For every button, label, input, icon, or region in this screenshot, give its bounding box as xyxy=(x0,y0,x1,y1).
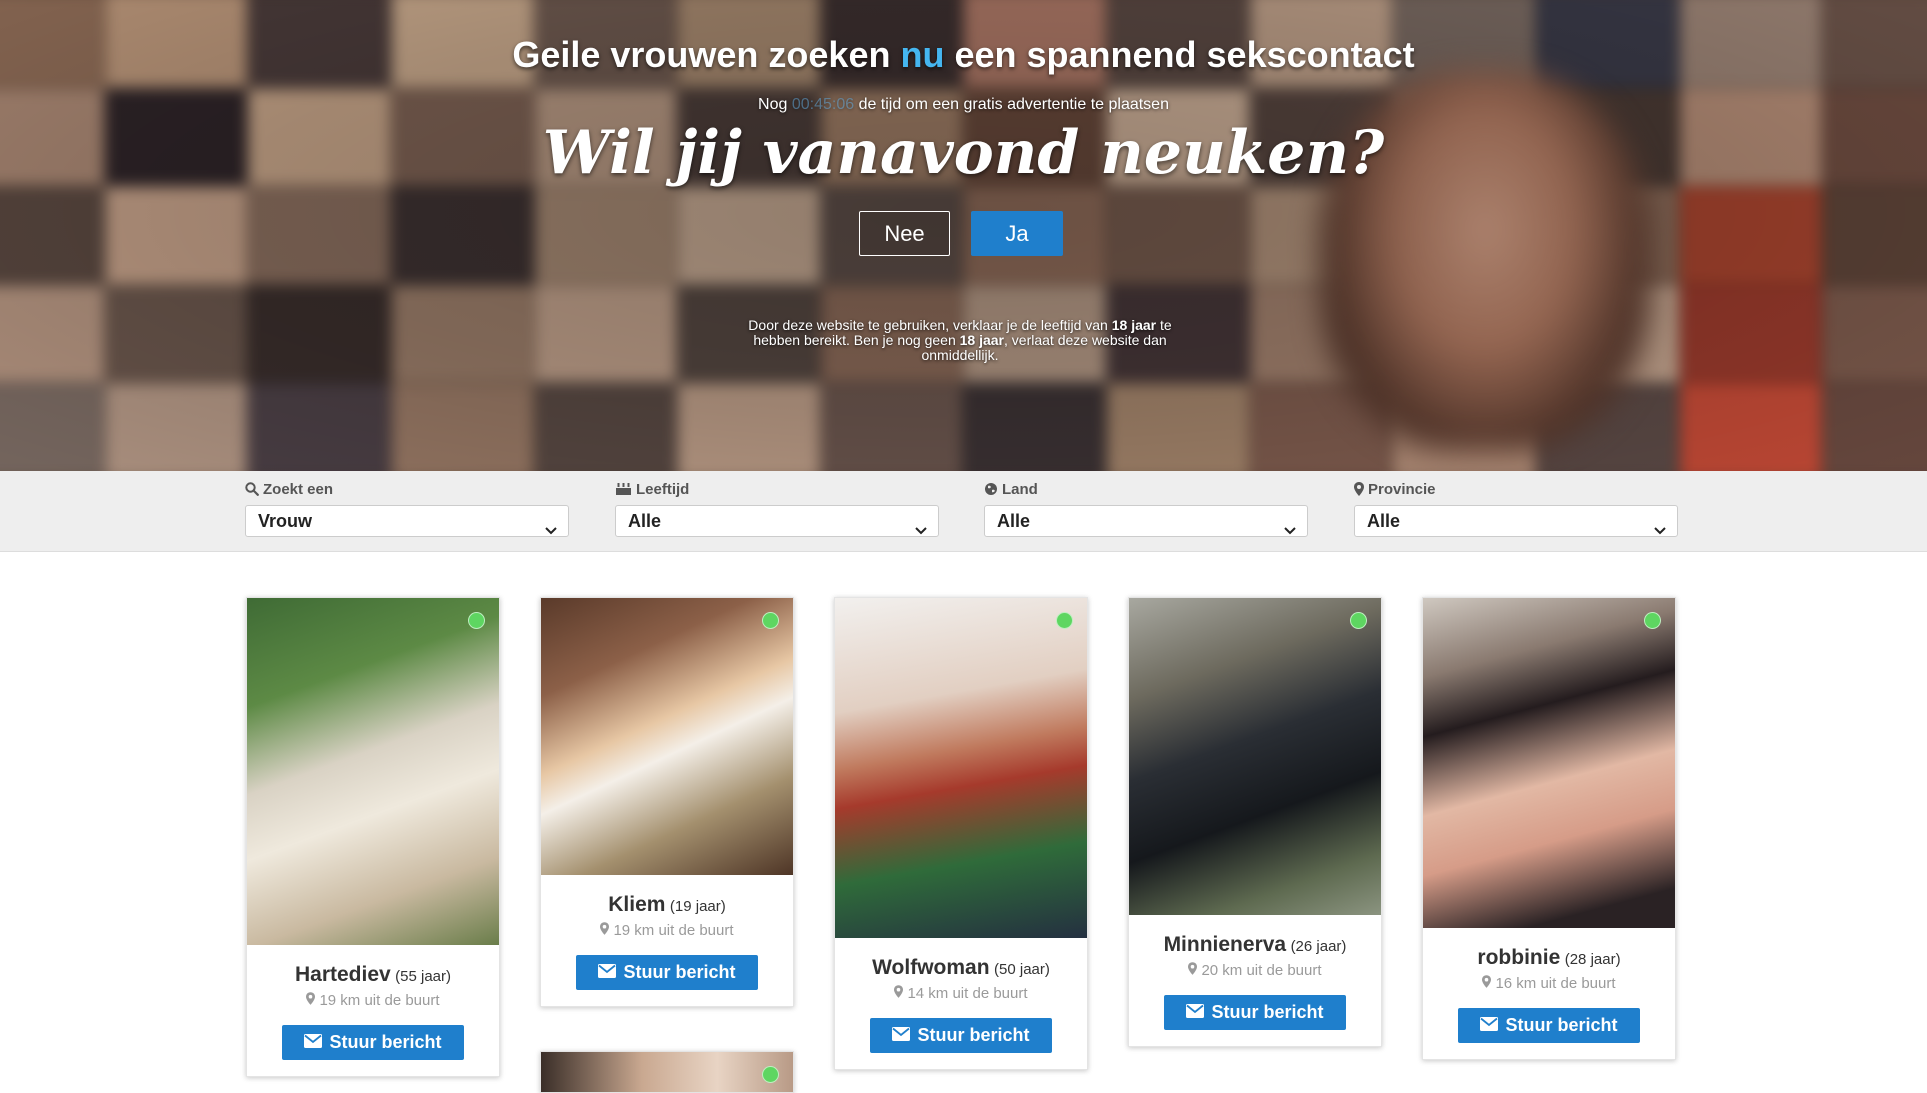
profile-distance: 14 km uit de buurt xyxy=(907,985,1028,1002)
search-icon xyxy=(245,482,259,496)
age-disclaimer: Door deze website te gebruiken, verklaar… xyxy=(748,317,1172,363)
profile-name[interactable]: Minnienerva xyxy=(1164,933,1287,956)
envelope-icon xyxy=(304,1032,323,1053)
profile-name[interactable]: Hartediev xyxy=(295,963,391,986)
filter-provincie: Provincie Alle xyxy=(1354,479,1678,537)
send-message-button[interactable]: Stuur bericht xyxy=(1458,1008,1640,1043)
country-select[interactable]: Alle xyxy=(984,505,1308,537)
profile-card: Minnienerva (26 jaar) 20 km uit de buurt… xyxy=(1128,597,1382,1047)
map-marker-icon xyxy=(306,992,316,1009)
profile-photo[interactable] xyxy=(835,598,1087,938)
page-headline: Geile vrouwen zoeken nu een spannend sek… xyxy=(512,34,1415,75)
profile-card xyxy=(540,1051,794,1093)
profile-card: robbinie (28 jaar) 16 km uit de buurt St… xyxy=(1422,597,1676,1060)
profile-card: Kliem (19 jaar) 19 km uit de buurt Stuur… xyxy=(540,597,794,1007)
search-filter-bar: Zoekt een Vrouw Leeftijd Alle Land Alle … xyxy=(0,471,1927,552)
online-status-dot xyxy=(468,612,485,629)
age-select[interactable]: Alle xyxy=(615,505,939,537)
filter-zoekt-een: Zoekt een Vrouw xyxy=(245,479,569,537)
send-message-button[interactable]: Stuur bericht xyxy=(282,1025,464,1060)
profile-age: (28 jaar) xyxy=(1564,951,1621,968)
profile-age: (55 jaar) xyxy=(395,968,452,985)
chevron-down-icon xyxy=(1653,515,1667,545)
group-icon xyxy=(615,482,632,496)
profile-distance: 16 km uit de buurt xyxy=(1495,975,1616,992)
profile-name[interactable]: robbinie xyxy=(1477,946,1560,969)
headline-accent: nu xyxy=(900,34,945,75)
profile-photo[interactable] xyxy=(1423,598,1675,928)
profile-name[interactable]: Kliem xyxy=(608,893,665,916)
profile-age: (26 jaar) xyxy=(1290,938,1347,955)
filter-label: Land xyxy=(1002,480,1038,498)
map-marker-icon xyxy=(600,922,610,939)
profile-distance: 19 km uit de buurt xyxy=(613,922,734,939)
map-marker-icon xyxy=(894,985,904,1002)
countdown-timer: 00:45:06 xyxy=(791,96,855,113)
hero-banner: Geile vrouwen zoeken nu een spannend sek… xyxy=(0,0,1927,471)
map-marker-icon xyxy=(1188,962,1198,979)
envelope-icon xyxy=(1480,1015,1499,1036)
profile-photo[interactable] xyxy=(541,598,793,875)
profile-photo[interactable] xyxy=(541,1052,793,1092)
no-button[interactable]: Nee xyxy=(859,211,950,256)
envelope-icon xyxy=(892,1025,911,1046)
online-status-dot xyxy=(1644,612,1661,629)
profile-photo[interactable] xyxy=(247,598,499,945)
chevron-down-icon xyxy=(1283,515,1297,545)
filter-land: Land Alle xyxy=(984,479,1308,537)
province-select[interactable]: Alle xyxy=(1354,505,1678,537)
profile-photo[interactable] xyxy=(1129,598,1381,915)
envelope-icon xyxy=(598,962,617,983)
profile-distance: 20 km uit de buurt xyxy=(1201,962,1322,979)
profile-distance: 19 km uit de buurt xyxy=(319,992,440,1009)
profile-age: (50 jaar) xyxy=(994,961,1050,978)
send-message-button[interactable]: Stuur bericht xyxy=(1164,995,1346,1030)
profile-age: (19 jaar) xyxy=(669,898,726,915)
gender-select[interactable]: Vrouw xyxy=(245,505,569,537)
filter-label: Provincie xyxy=(1368,480,1436,498)
yes-button[interactable]: Ja xyxy=(971,211,1063,256)
online-status-dot xyxy=(1350,612,1367,629)
map-marker-icon xyxy=(1354,482,1364,496)
profile-name[interactable]: Wolfwoman xyxy=(872,956,989,979)
online-status-dot xyxy=(762,1066,779,1083)
filter-label: Zoekt een xyxy=(263,480,334,498)
filter-leeftijd: Leeftijd Alle xyxy=(615,479,939,537)
send-message-button[interactable]: Stuur bericht xyxy=(576,955,758,990)
online-status-dot xyxy=(762,612,779,629)
hero-question: Wil jij vanavond neuken? xyxy=(542,118,1385,188)
online-status-dot xyxy=(1056,612,1073,629)
chevron-down-icon xyxy=(914,515,928,545)
chevron-down-icon xyxy=(544,515,558,545)
countdown-line: Nog 00:45:06 de tijd om een gratis adver… xyxy=(758,96,1169,113)
profile-card: Wolfwoman (50 jaar) 14 km uit de buurt S… xyxy=(834,597,1088,1070)
send-message-button[interactable]: Stuur bericht xyxy=(870,1018,1052,1053)
profile-card: Hartediev (55 jaar) 19 km uit de buurt S… xyxy=(246,597,500,1077)
filter-label: Leeftijd xyxy=(636,480,690,498)
envelope-icon xyxy=(1186,1002,1205,1023)
globe-icon xyxy=(984,482,998,496)
map-marker-icon xyxy=(1482,975,1492,992)
